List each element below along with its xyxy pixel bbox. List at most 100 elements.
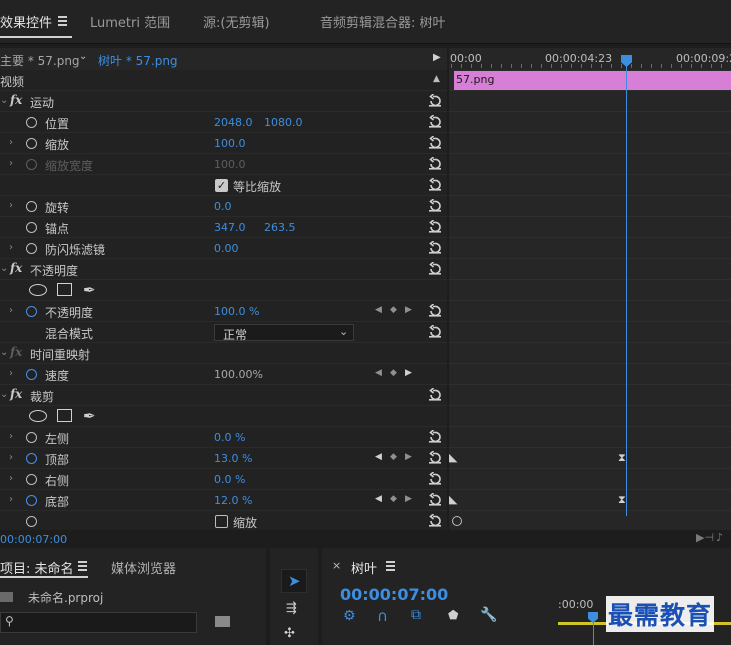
property-crop-bottom[interactable]: › 底部 12.0 % ◀ ◆ ▶ xyxy=(0,490,447,511)
crop-right-value[interactable]: 0.0 % xyxy=(214,473,245,486)
reset-icon[interactable] xyxy=(428,493,442,506)
disclosure-triangle-icon[interactable]: › xyxy=(9,137,13,148)
tab-sequence[interactable]: 树叶 xyxy=(351,558,377,577)
crop-left-value[interactable]: 0.0 % xyxy=(214,431,245,444)
sequence-clip-label[interactable]: 树叶 * 57.png xyxy=(98,52,178,69)
current-timecode[interactable]: 00:00:07:00 xyxy=(0,533,67,546)
stopwatch-icon[interactable] xyxy=(26,306,37,317)
checkbox-unchecked-icon[interactable] xyxy=(215,515,228,528)
panel-menu-icon[interactable] xyxy=(78,561,87,571)
rectangle-mask-icon[interactable] xyxy=(57,283,72,296)
keyframe-icon[interactable]: ⧗ xyxy=(618,451,626,465)
reset-icon[interactable] xyxy=(428,241,442,254)
search-input[interactable]: ⚲ xyxy=(0,612,197,633)
tab-source[interactable]: 源:(无剪辑) xyxy=(203,12,270,31)
next-keyframe-icon[interactable]: ▶ xyxy=(405,368,412,378)
disclosure-triangle-icon[interactable]: ⌄ xyxy=(0,389,8,400)
effect-crop[interactable]: ⌄ fx 裁剪 xyxy=(0,385,447,406)
add-keyframe-icon[interactable]: ◆ xyxy=(390,305,397,315)
stopwatch-icon[interactable] xyxy=(26,369,37,380)
stopwatch-icon[interactable] xyxy=(26,453,37,464)
fx-toggle-icon[interactable]: fx xyxy=(10,261,22,275)
zoom-scroll-handle-icon[interactable] xyxy=(452,516,462,526)
play-audio-icon[interactable]: ▶⊣ xyxy=(696,531,714,544)
linked-selection-icon[interactable]: ⧉ xyxy=(411,607,421,623)
reset-icon[interactable] xyxy=(428,325,442,338)
chevron-down-icon[interactable]: ⌄ xyxy=(79,51,87,62)
close-icon[interactable]: × xyxy=(332,559,341,572)
disclosure-triangle-icon[interactable]: › xyxy=(9,452,13,463)
keyframe-icon[interactable]: ◣ xyxy=(449,451,457,464)
export-frame-icon[interactable]: ♪ xyxy=(716,531,723,544)
property-anchor-point[interactable]: 锚点 347.0 263.5 xyxy=(0,217,447,238)
anchor-x-value[interactable]: 347.0 xyxy=(214,221,246,234)
reset-icon[interactable] xyxy=(428,472,442,485)
anchor-y-value[interactable]: 263.5 xyxy=(264,221,296,234)
tab-audio-clip-mixer[interactable]: 音频剪辑混合器: 树叶 xyxy=(320,12,446,31)
wrench-settings-icon[interactable]: 🔧 xyxy=(480,607,497,623)
disclosure-triangle-icon[interactable]: ⌄ xyxy=(0,347,8,358)
ellipse-mask-icon[interactable] xyxy=(29,410,47,422)
reset-icon[interactable] xyxy=(428,262,442,275)
effect-timeline-ruler[interactable]: 00:00 00:00:04:23 00:00:09:2 xyxy=(449,48,731,70)
ellipse-mask-icon[interactable] xyxy=(29,284,47,296)
effect-timeline-area[interactable]: 57.png ◣ ⧗ ◣ ⧗ xyxy=(449,70,731,530)
prev-keyframe-icon[interactable]: ◀ xyxy=(375,368,382,378)
reset-icon[interactable] xyxy=(428,178,442,191)
stopwatch-icon[interactable] xyxy=(26,243,37,254)
prev-keyframe-icon[interactable]: ◀ xyxy=(375,494,382,504)
ripple-edit-tool-icon[interactable]: ✣ xyxy=(284,626,295,641)
disclosure-triangle-icon[interactable]: ⌄ xyxy=(0,95,8,106)
property-crop-top[interactable]: › 顶部 13.0 % ◀ ◆ ▶ xyxy=(0,448,447,469)
pen-mask-icon[interactable]: ✒ xyxy=(83,281,96,299)
rotation-value[interactable]: 0.0 xyxy=(214,200,232,213)
prev-keyframe-icon[interactable]: ◀ xyxy=(375,452,382,462)
disclosure-triangle-icon[interactable]: › xyxy=(9,494,13,505)
stopwatch-icon[interactable] xyxy=(26,222,37,233)
effect-time-remapping[interactable]: ⌄ fx 时间重映射 xyxy=(0,343,447,364)
stopwatch-icon[interactable] xyxy=(26,432,37,443)
reset-icon[interactable] xyxy=(428,136,442,149)
reset-icon[interactable] xyxy=(428,115,442,128)
tab-project[interactable]: 项目: 未命名 xyxy=(0,558,74,577)
property-uniform-scale[interactable]: ✓ 等比缩放 xyxy=(0,175,447,196)
scale-value[interactable]: 100.0 xyxy=(214,137,246,150)
disclosure-triangle-icon[interactable]: › xyxy=(9,431,13,442)
tab-media-browser[interactable]: 媒体浏览器 xyxy=(111,558,176,577)
next-keyframe-icon[interactable]: ▶ xyxy=(405,452,412,462)
tab-effect-controls[interactable]: 效果控件 xyxy=(0,12,52,31)
keyframe-icon[interactable]: ⧗ xyxy=(618,493,626,507)
panel-menu-icon[interactable] xyxy=(58,16,67,28)
checkbox-checked-icon[interactable]: ✓ xyxy=(215,179,228,192)
fx-toggle-icon[interactable]: fx xyxy=(10,387,22,401)
add-keyframe-icon[interactable]: ◆ xyxy=(390,494,397,504)
property-crop-zoom[interactable]: 缩放 xyxy=(0,511,447,530)
property-anti-flicker[interactable]: › 防闪烁滤镜 0.00 xyxy=(0,238,447,259)
property-rotation[interactable]: › 旋转 0.0 xyxy=(0,196,447,217)
disclosure-triangle-icon[interactable]: › xyxy=(9,305,13,316)
add-keyframe-icon[interactable]: ◆ xyxy=(390,452,397,462)
track-select-tool-icon[interactable]: ⇶ xyxy=(286,601,297,616)
tab-lumetri-scopes[interactable]: Lumetri 范围 xyxy=(90,12,170,31)
reset-icon[interactable] xyxy=(428,430,442,443)
stopwatch-icon[interactable] xyxy=(26,138,37,149)
stopwatch-icon[interactable] xyxy=(26,516,37,527)
sequence-timecode[interactable]: 00:00:07:00 xyxy=(340,585,448,604)
disclosure-triangle-icon[interactable]: › xyxy=(9,473,13,484)
master-clip-label[interactable]: 主要 * 57.png xyxy=(0,52,80,69)
property-crop-right[interactable]: › 右侧 0.0 % xyxy=(0,469,447,490)
prev-keyframe-icon[interactable]: ◀ xyxy=(375,305,382,315)
selection-tool-button[interactable]: ➤ xyxy=(281,569,307,593)
find-icon[interactable] xyxy=(215,616,230,627)
next-keyframe-icon[interactable]: ▶ xyxy=(405,305,412,315)
disclosure-triangle-icon[interactable]: › xyxy=(9,200,13,211)
disclosure-triangle-icon[interactable]: › xyxy=(9,368,13,379)
reset-icon[interactable] xyxy=(428,451,442,464)
blend-mode-select[interactable]: 正常 ⌄ xyxy=(214,324,354,342)
reset-icon[interactable] xyxy=(428,304,442,317)
stopwatch-icon[interactable] xyxy=(26,495,37,506)
reset-icon[interactable] xyxy=(428,157,442,170)
panel-menu-icon[interactable] xyxy=(386,561,395,571)
position-x-value[interactable]: 2048.0 xyxy=(214,116,253,129)
rectangle-mask-icon[interactable] xyxy=(57,409,72,422)
